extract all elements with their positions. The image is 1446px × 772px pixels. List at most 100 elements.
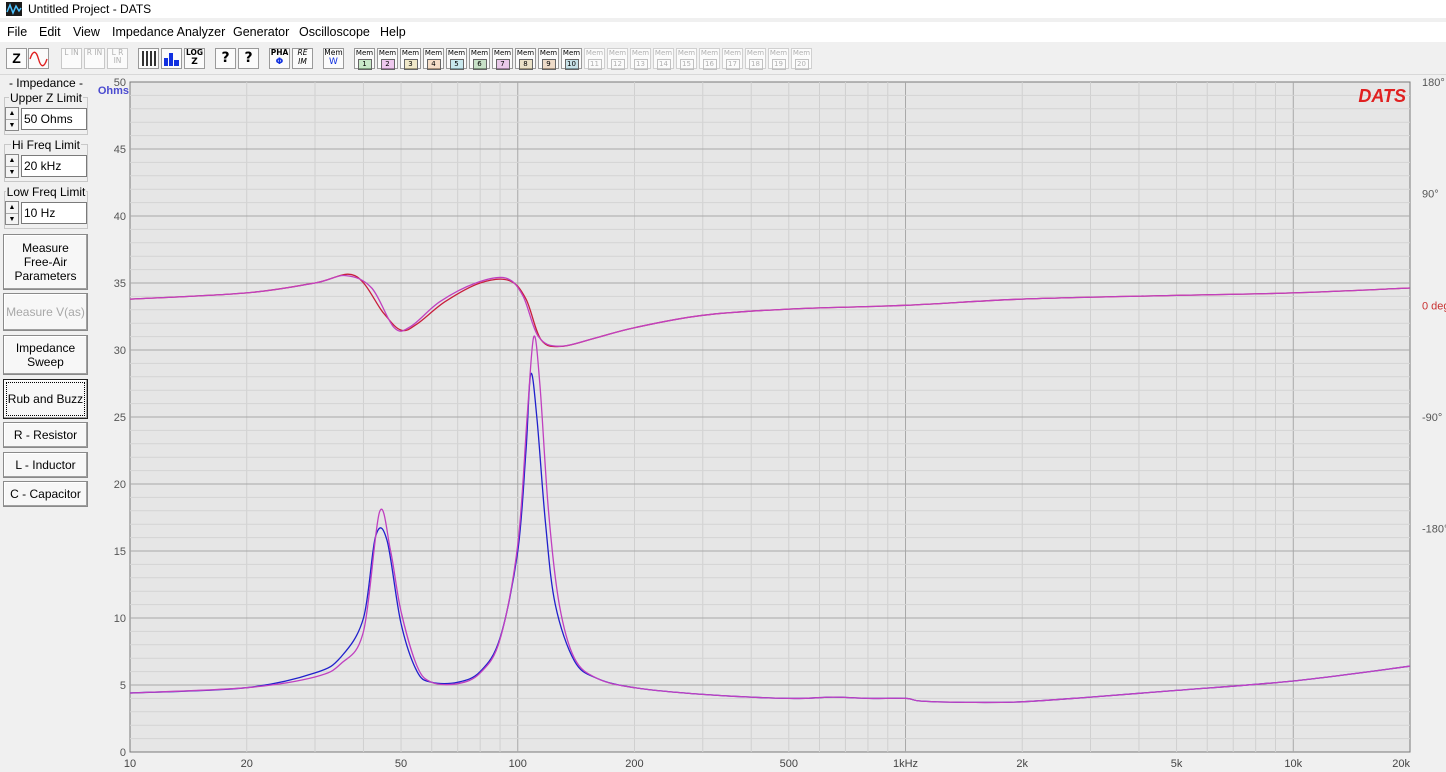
bar-display-button[interactable] bbox=[161, 48, 182, 69]
mem-slot-label: Mem bbox=[401, 49, 420, 57]
mem-slot-label: Mem bbox=[769, 49, 788, 57]
mem-slot-9-button[interactable]: Mem 9 bbox=[538, 48, 559, 70]
real-imag-button[interactable]: RE IM bbox=[292, 48, 313, 69]
mem-slot-19-button[interactable]: Mem 19 bbox=[768, 48, 789, 70]
dats-logo: DATS bbox=[1358, 86, 1406, 106]
impedance-sweep-button[interactable]: Impedance Sweep bbox=[3, 335, 88, 375]
menu-edit[interactable]: Edit bbox=[39, 25, 61, 39]
generator-mode-button[interactable] bbox=[28, 48, 49, 69]
mem-slot-label: Mem bbox=[539, 49, 558, 57]
mem-slot-7-button[interactable]: Mem 7 bbox=[492, 48, 513, 70]
mem-slot-10-button[interactable]: Mem 10 bbox=[561, 48, 582, 70]
sine-wave-icon bbox=[29, 51, 48, 67]
mem-slot-4-button[interactable]: Mem 4 bbox=[423, 48, 444, 70]
phase-label: PHA bbox=[270, 48, 289, 57]
y-tick-label: 30 bbox=[114, 345, 126, 357]
mem-slot-label: Mem bbox=[470, 49, 489, 57]
mem-slot-17-button[interactable]: Mem 17 bbox=[722, 48, 743, 70]
mem-slot-label: Mem bbox=[355, 49, 374, 57]
mem-slot-3-button[interactable]: Mem 3 bbox=[400, 48, 421, 70]
spin-down-icon: ▼ bbox=[8, 122, 16, 129]
mem-slot-number: 16 bbox=[702, 59, 717, 70]
mem-slot-11-button[interactable]: Mem 11 bbox=[584, 48, 605, 70]
mem-slot-13-button[interactable]: Mem 13 bbox=[630, 48, 651, 70]
mem-slot-5-button[interactable]: Mem 5 bbox=[446, 48, 467, 70]
l-inductor-button[interactable]: L - Inductor bbox=[3, 452, 88, 478]
mem-slot-2-button[interactable]: Mem 2 bbox=[377, 48, 398, 70]
menu-help[interactable]: Help bbox=[380, 25, 406, 39]
menu-impedance-analyzer[interactable]: Impedance Analyzer bbox=[112, 25, 225, 39]
mem-slot-label: Mem bbox=[723, 49, 742, 57]
low-freq-label: Low Freq Limit bbox=[0, 185, 92, 199]
mem-slot-label: Mem bbox=[585, 49, 604, 57]
mem-slot-15-button[interactable]: Mem 15 bbox=[676, 48, 697, 70]
mem-slot-16-button[interactable]: Mem 16 bbox=[699, 48, 720, 70]
mem-write-button[interactable]: Mem W bbox=[323, 48, 344, 69]
mem-slot-number: 9 bbox=[541, 59, 556, 70]
low-freq-field[interactable]: 10 Hz bbox=[21, 202, 87, 224]
left-input-button[interactable]: L IN bbox=[61, 48, 82, 69]
mem-slot-label: Mem bbox=[792, 49, 811, 57]
phase-tick-label: -90° bbox=[1422, 412, 1442, 424]
menu-oscilloscope[interactable]: Oscilloscope bbox=[299, 25, 370, 39]
hi-freq-field[interactable]: 20 kHz bbox=[21, 155, 87, 177]
hi-freq-spinner[interactable]: ▲ ▼ bbox=[5, 154, 19, 178]
mem-slot-1-button[interactable]: Mem 1 bbox=[354, 48, 375, 70]
mem-slot-number: 8 bbox=[518, 59, 533, 70]
upper-z-field[interactable]: 50 Ohms bbox=[21, 108, 87, 130]
menu-file[interactable]: File bbox=[7, 25, 27, 39]
log-scale-button[interactable]: LOG Z bbox=[184, 48, 205, 69]
phase-button[interactable]: PHA Φ bbox=[269, 48, 290, 69]
mem-slot-number: 14 bbox=[656, 59, 671, 70]
context-help-button[interactable]: ? bbox=[238, 48, 259, 69]
measure-vas-button[interactable]: Measure V(as) bbox=[3, 293, 88, 331]
mem-slot-label: Mem bbox=[608, 49, 627, 57]
menu-generator[interactable]: Generator bbox=[233, 25, 289, 39]
upper-z-spinner[interactable]: ▲ ▼ bbox=[5, 107, 19, 131]
both-inputs-button[interactable]: L R IN bbox=[107, 48, 128, 69]
phase-tick-label: 90° bbox=[1422, 189, 1439, 201]
c-capacitor-button[interactable]: C - Capacitor bbox=[3, 481, 88, 507]
impedance-mode-button[interactable]: Z bbox=[6, 48, 27, 69]
help-button[interactable]: ? bbox=[215, 48, 236, 69]
x-tick-label: 10 bbox=[124, 758, 136, 770]
mem-slot-number: 17 bbox=[725, 59, 740, 70]
x-tick-label: 10k bbox=[1284, 758, 1302, 770]
y-tick-label: 20 bbox=[114, 479, 126, 491]
impedance-plot: 0510152025303540455010 20 50 100 200 500 1kHz 2… bbox=[98, 77, 1446, 770]
mem-slot-20-button[interactable]: Mem 20 bbox=[791, 48, 812, 70]
mem-slot-14-button[interactable]: Mem 14 bbox=[653, 48, 674, 70]
y-tick-label: 45 bbox=[114, 144, 126, 156]
hi-freq-label-text: Hi Freq Limit bbox=[10, 138, 81, 152]
y-tick-label: 25 bbox=[114, 412, 126, 424]
mem-slot-18-button[interactable]: Mem 18 bbox=[745, 48, 766, 70]
x-tick-label: 200 bbox=[625, 758, 643, 770]
log-sub-label: Z bbox=[191, 57, 198, 67]
low-freq-spinner[interactable]: ▲ ▼ bbox=[5, 201, 19, 225]
mem-slot-label: Mem bbox=[746, 49, 765, 57]
menu-view[interactable]: View bbox=[73, 25, 100, 39]
mem-slot-number: 5 bbox=[449, 59, 464, 70]
x-tick-label: 2k bbox=[1016, 758, 1028, 770]
impedance-section-title: - Impedance - bbox=[8, 76, 84, 90]
mem-slot-6-button[interactable]: Mem 6 bbox=[469, 48, 490, 70]
mem-slot-8-button[interactable]: Mem 8 bbox=[515, 48, 536, 70]
mem-slot-number: 3 bbox=[403, 59, 418, 70]
mem-slot-number: 12 bbox=[610, 59, 625, 70]
spin-up-icon: ▲ bbox=[6, 108, 18, 120]
mem-slot-number: 4 bbox=[426, 59, 441, 70]
rub-and-buzz-button[interactable]: Rub and Buzz bbox=[3, 379, 88, 419]
imag-label: IM bbox=[298, 57, 307, 66]
spin-up-icon: ▲ bbox=[6, 202, 18, 214]
right-input-button[interactable]: R IN bbox=[84, 48, 105, 69]
measure-free-air-button[interactable]: Measure Free-Air Parameters bbox=[3, 234, 88, 290]
mem-slot-number: 1 bbox=[357, 59, 372, 70]
r-resistor-button[interactable]: R - Resistor bbox=[3, 422, 88, 448]
phase-tick-label: 0 deg bbox=[1422, 300, 1446, 312]
mem-slot-number: 18 bbox=[748, 59, 763, 70]
mem-slot-12-button[interactable]: Mem 12 bbox=[607, 48, 628, 70]
window-title: Untitled Project - DATS bbox=[28, 2, 152, 16]
impedance-chart: 0 5 10 15 20 25 30 35 40 45 50 10 20 50 100 200 500 1kHz 2… bbox=[95, 75, 1446, 772]
mem-slot-number: 11 bbox=[587, 59, 602, 70]
grid-lines-button[interactable] bbox=[138, 48, 159, 69]
